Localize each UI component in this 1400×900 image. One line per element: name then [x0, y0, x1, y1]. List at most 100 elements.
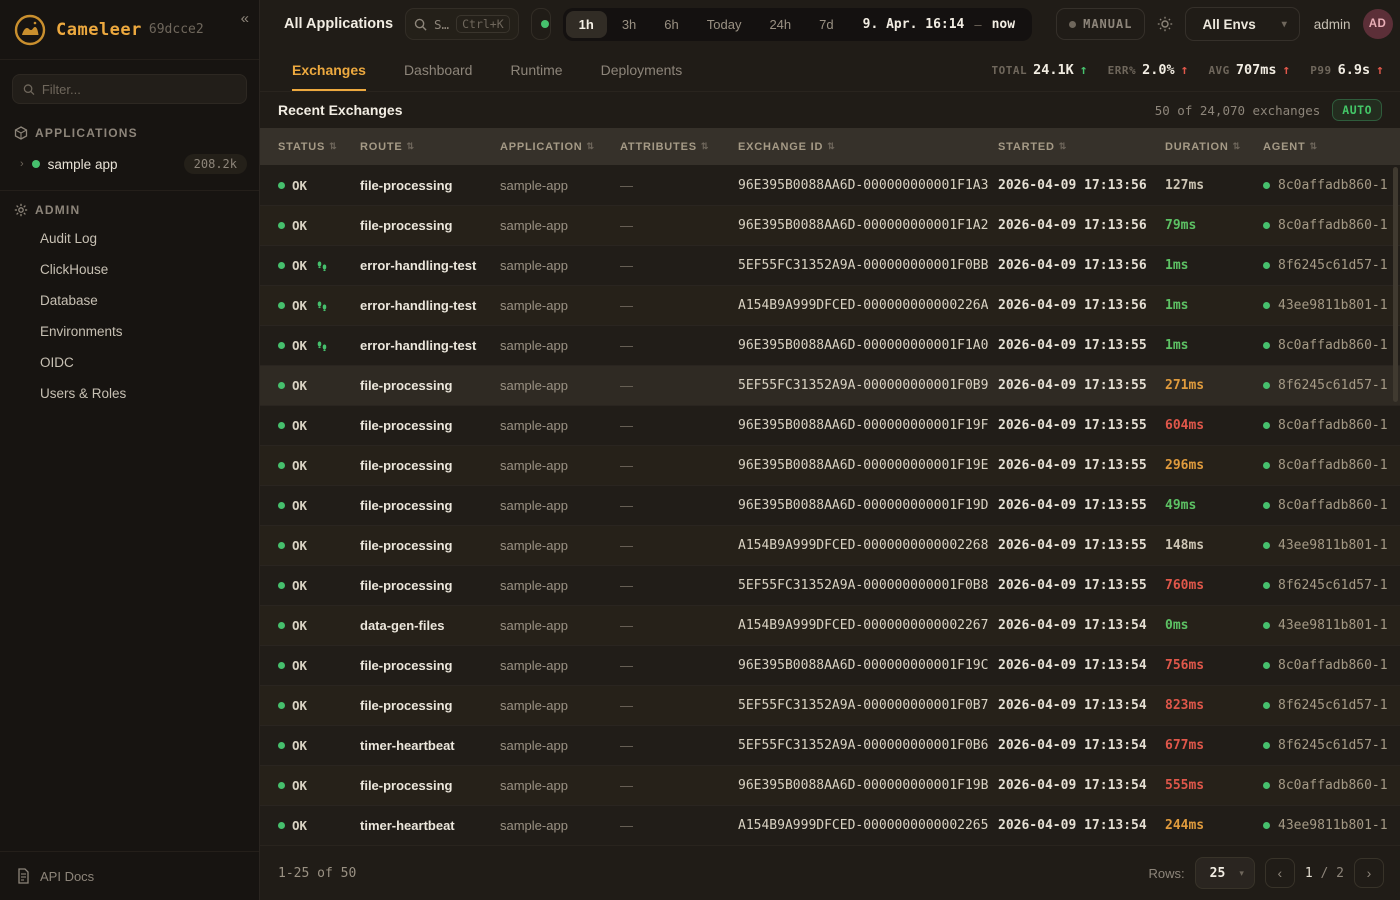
tab-runtime[interactable]: Runtime — [510, 48, 562, 91]
cell-application: sample-app — [500, 298, 620, 313]
cell-route: file-processing — [360, 658, 500, 673]
scrollbar-track[interactable] — [1393, 165, 1398, 845]
filter-input[interactable] — [42, 82, 236, 97]
table-row[interactable]: OKfile-processingsample-app—96E395B0088A… — [260, 165, 1400, 205]
scrollbar-thumb[interactable] — [1393, 167, 1398, 402]
cube-icon — [14, 126, 28, 140]
admin-section-label: ADMIN — [0, 191, 259, 223]
table-row[interactable]: OKerror-handling-testsample-app—96E395B0… — [260, 325, 1400, 365]
sort-icon: ⇅ — [587, 141, 595, 152]
cell-route: file-processing — [360, 418, 500, 433]
tab-dashboard[interactable]: Dashboard — [404, 48, 473, 91]
table-row[interactable]: OKfile-processingsample-app—96E395B0088A… — [260, 485, 1400, 525]
api-docs-link[interactable]: API Docs — [0, 851, 259, 900]
column-header-started[interactable]: STARTED⇅ — [998, 141, 1165, 153]
rows-per-page-select[interactable]: 25 ▾ — [1195, 857, 1255, 889]
sidebar-item-database[interactable]: Database — [0, 285, 259, 316]
table-row[interactable]: OKfile-processingsample-app—96E395B0088A… — [260, 765, 1400, 805]
table-row[interactable]: OKtimer-heartbeatsample-app—5EF55FC31352… — [260, 725, 1400, 765]
gear-icon — [14, 203, 28, 217]
cell-status: OK — [278, 698, 360, 713]
cell-route: file-processing — [360, 778, 500, 793]
column-header-duration[interactable]: DURATION⇅ — [1165, 141, 1263, 153]
cell-agent: 8c0affadb860-1 — [1263, 498, 1388, 513]
app-title: Cameleer — [56, 20, 142, 40]
online-toggle[interactable]: O — [531, 8, 551, 40]
cell-duration: 296ms — [1165, 458, 1263, 473]
cell-attributes: — — [620, 178, 738, 193]
time-range-today[interactable]: Today — [694, 11, 755, 38]
table-row[interactable]: OKdata-gen-filessample-app—A154B9A999DFC… — [260, 605, 1400, 645]
chevron-right-icon[interactable]: › — [20, 158, 24, 170]
time-from[interactable]: 9. Apr. 16:14 — [849, 17, 973, 32]
status-label: OK — [292, 218, 307, 233]
cell-application: sample-app — [500, 818, 620, 833]
trend-arrow-icon: ↑ — [1080, 63, 1088, 78]
cell-route: error-handling-test — [360, 338, 500, 353]
time-range-24h[interactable]: 24h — [756, 11, 804, 38]
manual-mode-button[interactable]: MANUAL — [1056, 8, 1145, 40]
env-select[interactable]: All Envs ▾ — [1185, 7, 1299, 41]
sidebar-item-audit-log[interactable]: Audit Log — [0, 223, 259, 254]
column-header-attributes[interactable]: ATTRIBUTES⇅ — [620, 141, 738, 153]
tab-deployments[interactable]: Deployments — [601, 48, 683, 91]
table-row[interactable]: OKfile-processingsample-app—96E395B0088A… — [260, 205, 1400, 245]
table-row[interactable]: OKfile-processingsample-app—96E395B0088A… — [260, 445, 1400, 485]
table-row[interactable]: OKfile-processingsample-app—96E395B0088A… — [260, 405, 1400, 445]
column-header-agent[interactable]: AGENT⇅ — [1263, 141, 1382, 153]
column-header-exchange-id[interactable]: EXCHANGE ID⇅ — [738, 141, 998, 153]
agent-status-dot — [1263, 262, 1270, 269]
column-header-status[interactable]: STATUS⇅ — [278, 141, 360, 153]
theme-toggle-button[interactable] — [1157, 8, 1173, 40]
cell-started: 2026-04-09 17:13:55 — [998, 458, 1165, 473]
table-row[interactable]: OKfile-processingsample-app—A154B9A999DF… — [260, 525, 1400, 565]
trend-arrow-icon: ↑ — [1282, 63, 1290, 78]
tab-exchanges[interactable]: Exchanges — [292, 48, 366, 91]
cell-started: 2026-04-09 17:13:56 — [998, 298, 1165, 313]
agent-status-dot — [1263, 222, 1270, 229]
time-range-3h[interactable]: 3h — [609, 11, 649, 38]
table-row[interactable]: OKerror-handling-testsample-app—A154B9A9… — [260, 285, 1400, 325]
table-row[interactable]: OKfile-processingsample-app—5EF55FC31352… — [260, 365, 1400, 405]
sidebar-item-environments[interactable]: Environments — [0, 316, 259, 347]
sidebar-item-clickhouse[interactable]: ClickHouse — [0, 254, 259, 285]
agent-status-dot — [1263, 422, 1270, 429]
sort-icon: ⇅ — [701, 141, 709, 152]
sidebar-collapse-icon[interactable]: « — [241, 10, 249, 27]
sidebar-filter[interactable] — [12, 74, 247, 104]
sort-icon: ⇅ — [827, 141, 835, 152]
time-to[interactable]: now — [984, 17, 1029, 32]
time-range-1h[interactable]: 1h — [566, 11, 607, 38]
cell-application: sample-app — [500, 778, 620, 793]
next-page-button[interactable]: › — [1354, 858, 1384, 888]
time-range-6h[interactable]: 6h — [651, 11, 691, 38]
agent-status-dot — [1263, 822, 1270, 829]
column-header-application[interactable]: APPLICATION⇅ — [500, 141, 620, 153]
global-search[interactable]: S… Ctrl+K — [405, 8, 519, 40]
table-row[interactable]: OKerror-handling-testsample-app—5EF55FC3… — [260, 245, 1400, 285]
status-label: OK — [292, 618, 307, 633]
cell-attributes: — — [620, 378, 738, 393]
cell-duration: 760ms — [1165, 578, 1263, 593]
sidebar-item-oidc[interactable]: OIDC — [0, 347, 259, 378]
sidebar-item-users-roles[interactable]: Users & Roles — [0, 378, 259, 409]
prev-page-button[interactable]: ‹ — [1265, 858, 1295, 888]
table-row[interactable]: OKfile-processingsample-app—96E395B0088A… — [260, 645, 1400, 685]
cell-started: 2026-04-09 17:13:55 — [998, 498, 1165, 513]
cell-exchange-id: 96E395B0088AA6D-000000000001F1A0 — [738, 338, 998, 353]
column-header-route[interactable]: ROUTE⇅ — [360, 141, 500, 153]
cell-agent: 43ee9811b801-1 — [1263, 818, 1388, 833]
stat-label: TOTAL — [992, 64, 1028, 77]
cell-exchange-id: 96E395B0088AA6D-000000000001F1A2 — [738, 218, 998, 233]
sidebar-item-sample-app[interactable]: ›sample app208.2k — [0, 146, 259, 182]
table-row[interactable]: OKfile-processingsample-app—5EF55FC31352… — [260, 685, 1400, 725]
cell-exchange-id: A154B9A999DFCED-0000000000002265 — [738, 818, 998, 833]
sort-icon: ⇅ — [1310, 141, 1318, 152]
cell-application: sample-app — [500, 338, 620, 353]
auto-refresh-badge[interactable]: AUTO — [1332, 99, 1382, 121]
table-row[interactable]: OKfile-processingsample-app—5EF55FC31352… — [260, 565, 1400, 605]
cell-attributes: — — [620, 538, 738, 553]
avatar[interactable]: AD — [1363, 9, 1393, 39]
time-range-7d[interactable]: 7d — [806, 11, 846, 38]
table-row[interactable]: OKtimer-heartbeatsample-app—A154B9A999DF… — [260, 805, 1400, 845]
